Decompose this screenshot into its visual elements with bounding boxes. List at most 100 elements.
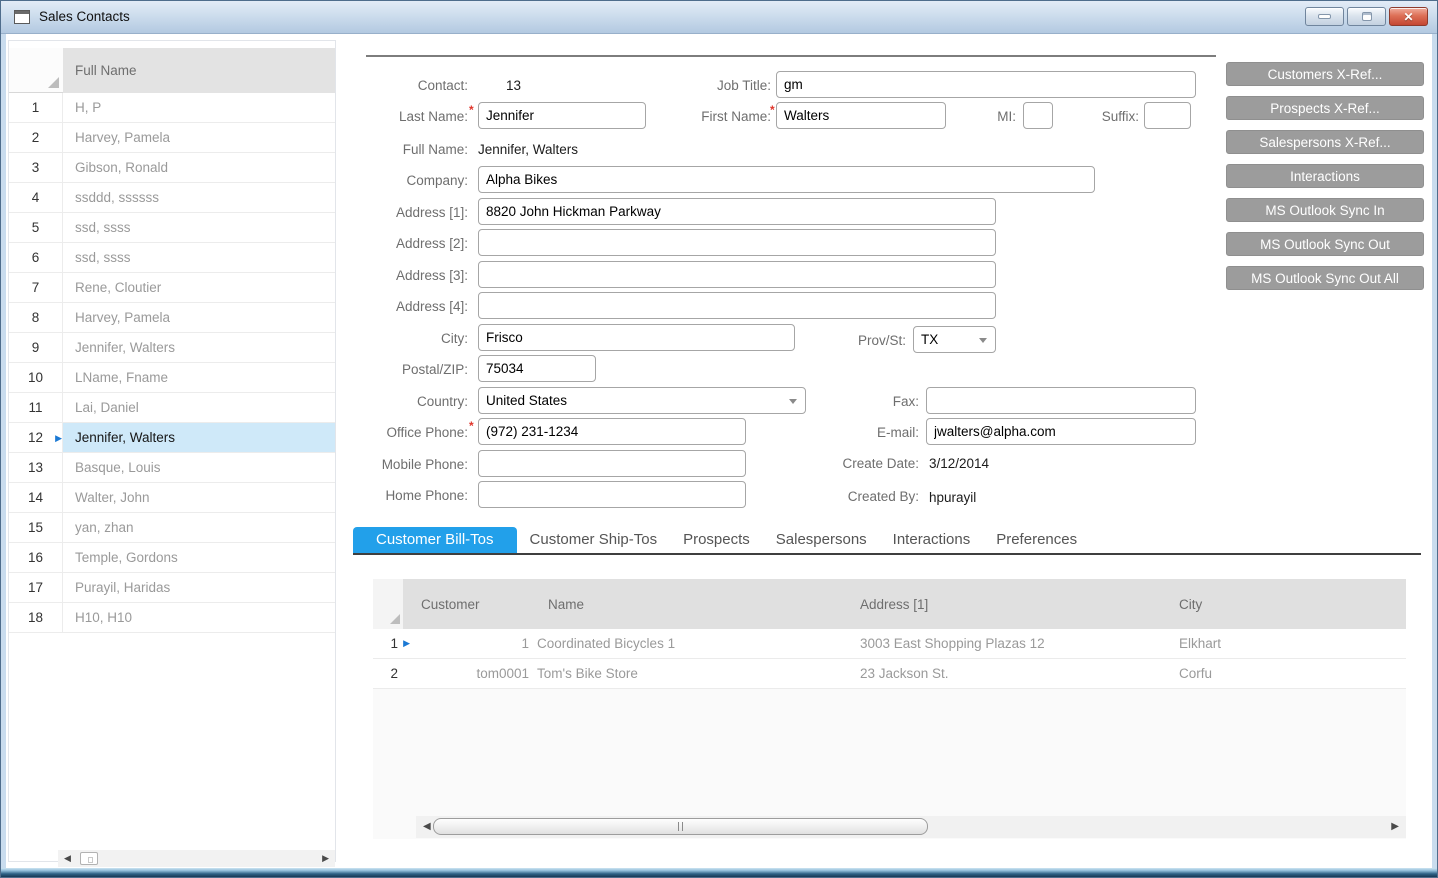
address3-input[interactable] (478, 261, 996, 288)
customers-x-ref-button[interactable]: Customers X-Ref... (1226, 62, 1424, 86)
list-item[interactable]: 12 ▶ Jennifer, Walters (9, 423, 335, 453)
column-header-customer[interactable]: Customer (403, 579, 533, 629)
list-item[interactable]: 18 H10, H10 (9, 603, 335, 633)
address1-input[interactable] (478, 198, 996, 225)
prov-st-select[interactable]: TX (913, 326, 996, 353)
salespersons-x-ref-button[interactable]: Salespersons X-Ref... (1226, 130, 1424, 154)
email-input[interactable] (926, 418, 1196, 445)
tabs-bar: Customer Bill-Tos Customer Ship-Tos Prospe… (353, 527, 1421, 555)
list-item[interactable]: 11 Lai, Daniel (9, 393, 335, 423)
list-item-name: Purayil, Haridas (75, 580, 171, 595)
list-item[interactable]: 15 yan, zhan (9, 513, 335, 543)
list-item-name: Walter, John (75, 490, 150, 505)
home-phone-label: Home Phone: (385, 488, 468, 503)
list-item-name: Basque, Louis (75, 460, 161, 475)
prov-st-value: TX (921, 332, 939, 347)
suffix-input[interactable] (1144, 102, 1191, 129)
list-item-name: Harvey, Pamela (75, 310, 171, 325)
list-item-number: 14 (9, 483, 63, 512)
list-item[interactable]: 9 Jennifer, Walters (9, 333, 335, 363)
list-item[interactable]: 10 LName, Fname (9, 363, 335, 393)
first-name-input[interactable] (776, 102, 946, 129)
contact-list-column-header[interactable]: Full Name (63, 48, 335, 93)
contact-list-corner-header[interactable] (9, 48, 63, 93)
list-item-name: Rene, Cloutier (75, 280, 162, 295)
ms-outlook-sync-in-button[interactable]: MS Outlook Sync In (1226, 198, 1424, 222)
column-header-address1[interactable]: Address [1] (846, 579, 1156, 629)
contact-label: Contact: (417, 78, 468, 93)
job-title-input[interactable] (776, 71, 1196, 98)
column-header-name[interactable]: Name (533, 579, 846, 629)
address2-input[interactable] (478, 229, 996, 256)
list-item-number: 18 (9, 603, 63, 632)
restore-button[interactable] (1347, 7, 1386, 26)
ms-outlook-sync-out-button[interactable]: MS Outlook Sync Out (1226, 232, 1424, 256)
grid-corner-header[interactable] (373, 579, 403, 629)
last-name-input[interactable] (478, 102, 646, 129)
scroll-thumb[interactable] (433, 818, 928, 835)
list-item[interactable]: 1 H, P (9, 93, 335, 123)
tab-prospects[interactable]: Prospects (670, 527, 763, 553)
fax-label: Fax: (892, 394, 919, 409)
prospects-x-ref-button[interactable]: Prospects X-Ref... (1226, 96, 1424, 120)
list-item-name: Harvey, Pamela (75, 130, 171, 145)
mi-input[interactable] (1023, 102, 1053, 129)
table-row[interactable]: 1 ▶ 1 Coordinated Bicycles 1 3003 East Shopp… (373, 629, 1406, 659)
list-item[interactable]: 16 Temple, Gordons (9, 543, 335, 573)
required-asterisk: * (770, 103, 775, 117)
scroll-thumb[interactable] (80, 852, 98, 865)
city-input[interactable] (478, 324, 795, 351)
list-item-number: 16 (9, 543, 63, 572)
ms-outlook-sync-out-all-button[interactable]: MS Outlook Sync Out All (1226, 266, 1424, 290)
tab-customer-ship-tos[interactable]: Customer Ship-Tos (517, 527, 671, 553)
sort-corner-icon (48, 77, 59, 88)
list-item[interactable]: 5 ssd, ssss (9, 213, 335, 243)
list-item[interactable]: 14 Walter, John (9, 483, 335, 513)
list-item-name: Jennifer, Walters (63, 423, 335, 452)
tab-salespersons[interactable]: Salespersons (763, 527, 880, 553)
tab-preferences[interactable]: Preferences (983, 527, 1090, 553)
minimize-button[interactable] (1305, 7, 1344, 26)
list-item[interactable]: 13 Basque, Louis (9, 453, 335, 483)
list-item-name: ssd, ssss (75, 220, 131, 235)
tab-interactions[interactable]: Interactions (880, 527, 984, 553)
list-item[interactable]: 2 Harvey, Pamela (9, 123, 335, 153)
office-phone-input[interactable] (478, 418, 746, 445)
interactions-button[interactable]: Interactions (1226, 164, 1424, 188)
company-input[interactable] (478, 166, 1095, 193)
contact-list-hscrollbar[interactable]: ◀ ▶ (58, 850, 335, 867)
fax-input[interactable] (926, 387, 1196, 414)
column-header-city[interactable]: City (1156, 579, 1406, 629)
home-phone-input[interactable] (478, 481, 746, 508)
scroll-left-arrow-icon[interactable]: ◀ (423, 821, 431, 833)
address4-input[interactable] (478, 292, 996, 319)
list-item[interactable]: 4 ssddd, ssssss (9, 183, 335, 213)
address3-label: Address [3]: (395, 268, 468, 283)
window-icon (14, 10, 30, 24)
postal-zip-input[interactable] (478, 355, 596, 382)
list-item[interactable]: 3 Gibson, Ronald (9, 153, 335, 183)
mi-label: MI: (997, 109, 1016, 124)
list-item[interactable]: 7 Rene, Cloutier (9, 273, 335, 303)
scroll-left-arrow-icon[interactable]: ◀ (64, 853, 71, 864)
country-select[interactable]: United States (478, 387, 806, 414)
mobile-phone-input[interactable] (478, 450, 746, 477)
country-value: United States (486, 393, 568, 408)
postal-zip-label: Postal/ZIP: (401, 362, 468, 377)
grid-hscrollbar[interactable]: ◀ ▶ (416, 816, 1406, 838)
selected-row-arrow-icon: ▶ (403, 638, 410, 648)
list-item-number: 4 (9, 183, 63, 212)
title-bar: Sales Contacts ✕ (1, 1, 1437, 34)
list-item[interactable]: 17 Purayil, Haridas (9, 573, 335, 603)
list-item[interactable]: 6 ssd, ssss (9, 243, 335, 273)
create-date-label: Create Date: (842, 456, 919, 471)
close-button[interactable]: ✕ (1389, 7, 1428, 26)
first-name-label: First Name: (701, 109, 771, 124)
list-item[interactable]: 8 Harvey, Pamela (9, 303, 335, 333)
table-row[interactable]: 2 tom0001 Tom's Bike Store 23 Jackson St. Co… (373, 659, 1406, 689)
scroll-right-arrow-icon[interactable]: ▶ (1391, 821, 1399, 833)
scroll-right-arrow-icon[interactable]: ▶ (322, 853, 329, 864)
cell-address1: 23 Jackson St. (860, 666, 949, 681)
office-phone-label: Office Phone: (386, 425, 468, 440)
tab-customer-bill-tos[interactable]: Customer Bill-Tos (353, 527, 517, 553)
